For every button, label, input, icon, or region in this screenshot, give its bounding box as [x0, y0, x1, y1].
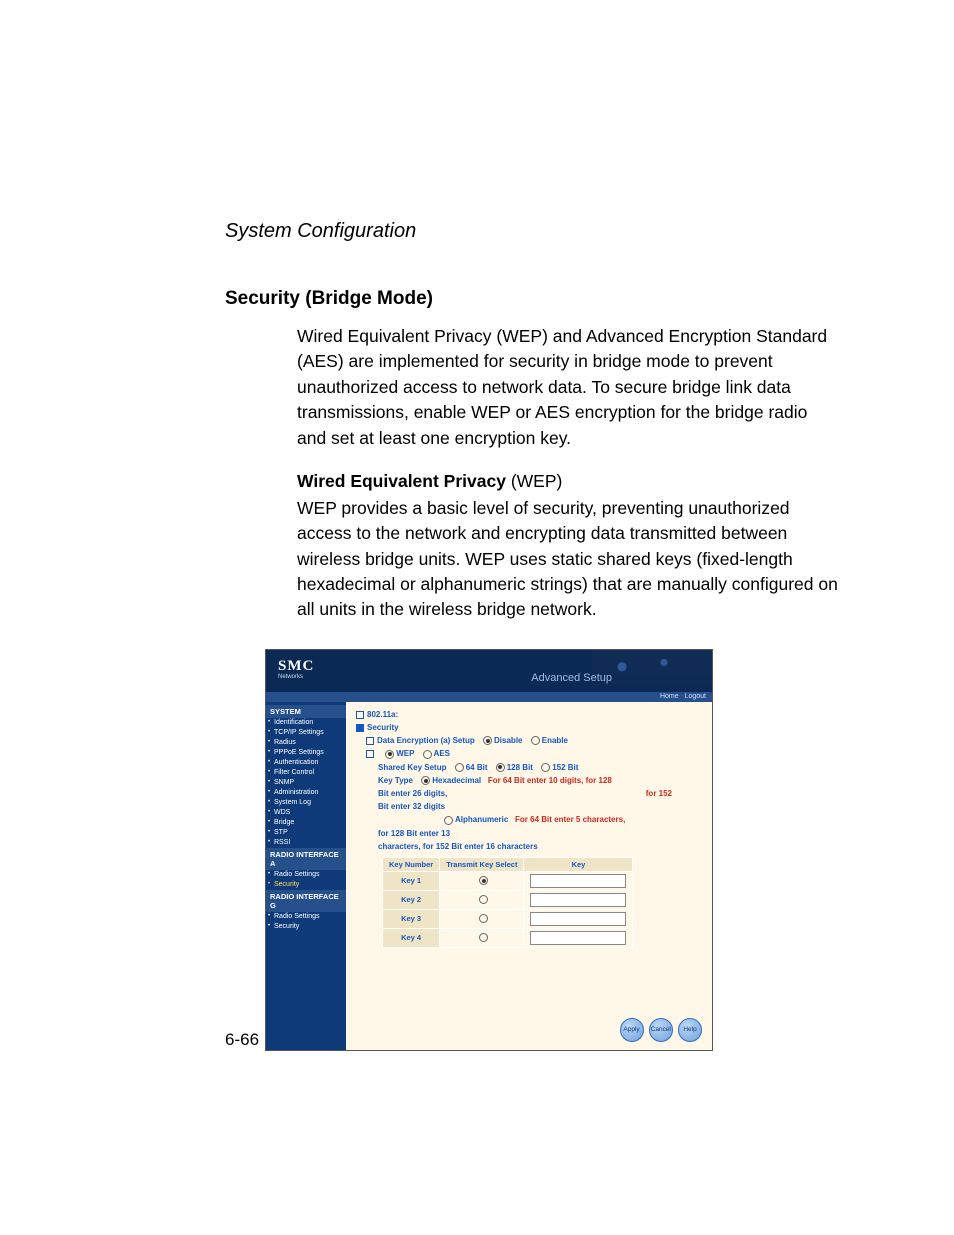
section-title: Security (Bridge Mode): [225, 288, 839, 310]
nav-head-system: SYSTEM: [266, 705, 346, 718]
hex-note-row-3: Bit enter 32 digits: [378, 802, 702, 811]
th-key-number: Key Number: [383, 857, 440, 871]
tx-radio-2[interactable]: [479, 895, 488, 904]
nav-system-10[interactable]: Bridge: [266, 818, 346, 828]
th-tx-select: Transmit Key Select: [440, 857, 524, 871]
radio-disable[interactable]: [483, 736, 492, 745]
nav-ria-1[interactable]: Security: [266, 880, 346, 890]
radio-aes[interactable]: [423, 750, 432, 759]
brand-subtext: Networks: [278, 674, 303, 680]
running-head: System Configuration: [225, 220, 839, 243]
nav-system-1[interactable]: TCP/IP Settings: [266, 728, 346, 738]
square-icon: [366, 737, 374, 745]
key-row-1-label: Key 1: [383, 871, 440, 890]
nav-rig-1[interactable]: Security: [266, 922, 346, 932]
security-label: Security: [356, 723, 702, 732]
radio-128[interactable]: [496, 763, 505, 772]
help-button[interactable]: Help: [678, 1018, 702, 1042]
key-input-1[interactable]: [530, 874, 626, 888]
nav-system-3[interactable]: PPPoE Settings: [266, 748, 346, 758]
alpha-row-1: Alphanumeric For 64 Bit enter 5 characte…: [378, 815, 702, 824]
logout-link[interactable]: Logout: [685, 693, 706, 700]
radio-64[interactable]: [455, 763, 464, 772]
sidebar: SYSTEM Identification TCP/IP Settings Ra…: [266, 702, 346, 1050]
tx-radio-1[interactable]: [479, 876, 488, 885]
shot-topbar: Home Logout: [266, 692, 712, 702]
square-icon: [356, 724, 364, 732]
key-row-3-label: Key 3: [383, 909, 440, 928]
nav-system-5[interactable]: Filter Control: [266, 768, 346, 778]
tx-radio-3[interactable]: [479, 914, 488, 923]
key-input-3[interactable]: [530, 912, 626, 926]
key-input-4[interactable]: [530, 931, 626, 945]
nav-system-9[interactable]: WDS: [266, 808, 346, 818]
radio-wep[interactable]: [385, 750, 394, 759]
nav-system-6[interactable]: SNMP: [266, 778, 346, 788]
nav-system-12[interactable]: RSSI: [266, 838, 346, 848]
radio-152[interactable]: [541, 763, 550, 772]
nav-rig-0[interactable]: Radio Settings: [266, 912, 346, 922]
nav-head-ria: RADIO INTERFACE A: [266, 848, 346, 870]
th-key: Key: [524, 857, 633, 871]
data-enc-row: Data Encryption (a) Setup Disable Enable: [366, 736, 702, 745]
home-link[interactable]: Home: [660, 693, 679, 700]
nav-ria-0[interactable]: Radio Settings: [266, 870, 346, 880]
radio-hex[interactable]: [421, 776, 430, 785]
cancel-button[interactable]: Cancel: [649, 1018, 673, 1042]
brand-logo: SMC: [278, 658, 314, 675]
key-row-4-label: Key 4: [383, 928, 440, 947]
alpha-row-2: for 128 Bit enter 13: [378, 829, 702, 838]
square-icon: [366, 750, 374, 758]
button-row: Apply Cancel Help: [617, 1018, 702, 1042]
apply-button[interactable]: Apply: [620, 1018, 644, 1042]
wep-paragraph: WEP provides a basic level of security, …: [297, 496, 839, 623]
intro-paragraph: Wired Equivalent Privacy (WEP) and Advan…: [297, 324, 839, 451]
key-type-hex-row: Key Type Hexadecimal For 64 Bit enter 10…: [378, 776, 702, 785]
key-row-2-label: Key 2: [383, 890, 440, 909]
hex-note-row-2: Bit enter 26 digits, for 152: [378, 789, 702, 798]
nav-head-rig: RADIO INTERFACE G: [266, 890, 346, 912]
main-panel: 802.11a: Security Data Encryption (a) Se…: [346, 702, 712, 1050]
nav-system-0[interactable]: Identification: [266, 718, 346, 728]
wep-subhead: Wired Equivalent Privacy (WEP): [297, 471, 839, 492]
shared-key-row: Shared Key Setup 64 Bit 128 Bit 152 Bit: [378, 763, 702, 772]
tx-radio-4[interactable]: [479, 933, 488, 942]
embedded-screenshot: SMC Networks Advanced Setup Home Logout …: [265, 649, 713, 1051]
nav-system-11[interactable]: STP: [266, 828, 346, 838]
alpha-row-3: characters, for 152 Bit enter 16 charact…: [378, 842, 702, 851]
wep-subhead-rest: (WEP): [506, 471, 562, 491]
key-input-2[interactable]: [530, 893, 626, 907]
wep-aes-row: WEP AES: [366, 749, 702, 758]
band-label: 802.11a:: [356, 710, 702, 719]
radio-enable[interactable]: [531, 736, 540, 745]
shot-header: SMC Networks Advanced Setup: [266, 650, 712, 692]
square-icon: [356, 711, 364, 719]
wep-subhead-bold: Wired Equivalent Privacy: [297, 471, 506, 491]
nav-system-2[interactable]: Radius: [266, 738, 346, 748]
header-art: [592, 650, 712, 692]
radio-alpha[interactable]: [444, 816, 453, 825]
nav-system-8[interactable]: System Log: [266, 798, 346, 808]
key-table: Key Number Transmit Key Select Key Key 1…: [382, 857, 633, 948]
header-title: Advanced Setup: [531, 672, 612, 684]
page-number: 6-66: [225, 1030, 259, 1050]
nav-system-4[interactable]: Authentication: [266, 758, 346, 768]
nav-system-7[interactable]: Administration: [266, 788, 346, 798]
